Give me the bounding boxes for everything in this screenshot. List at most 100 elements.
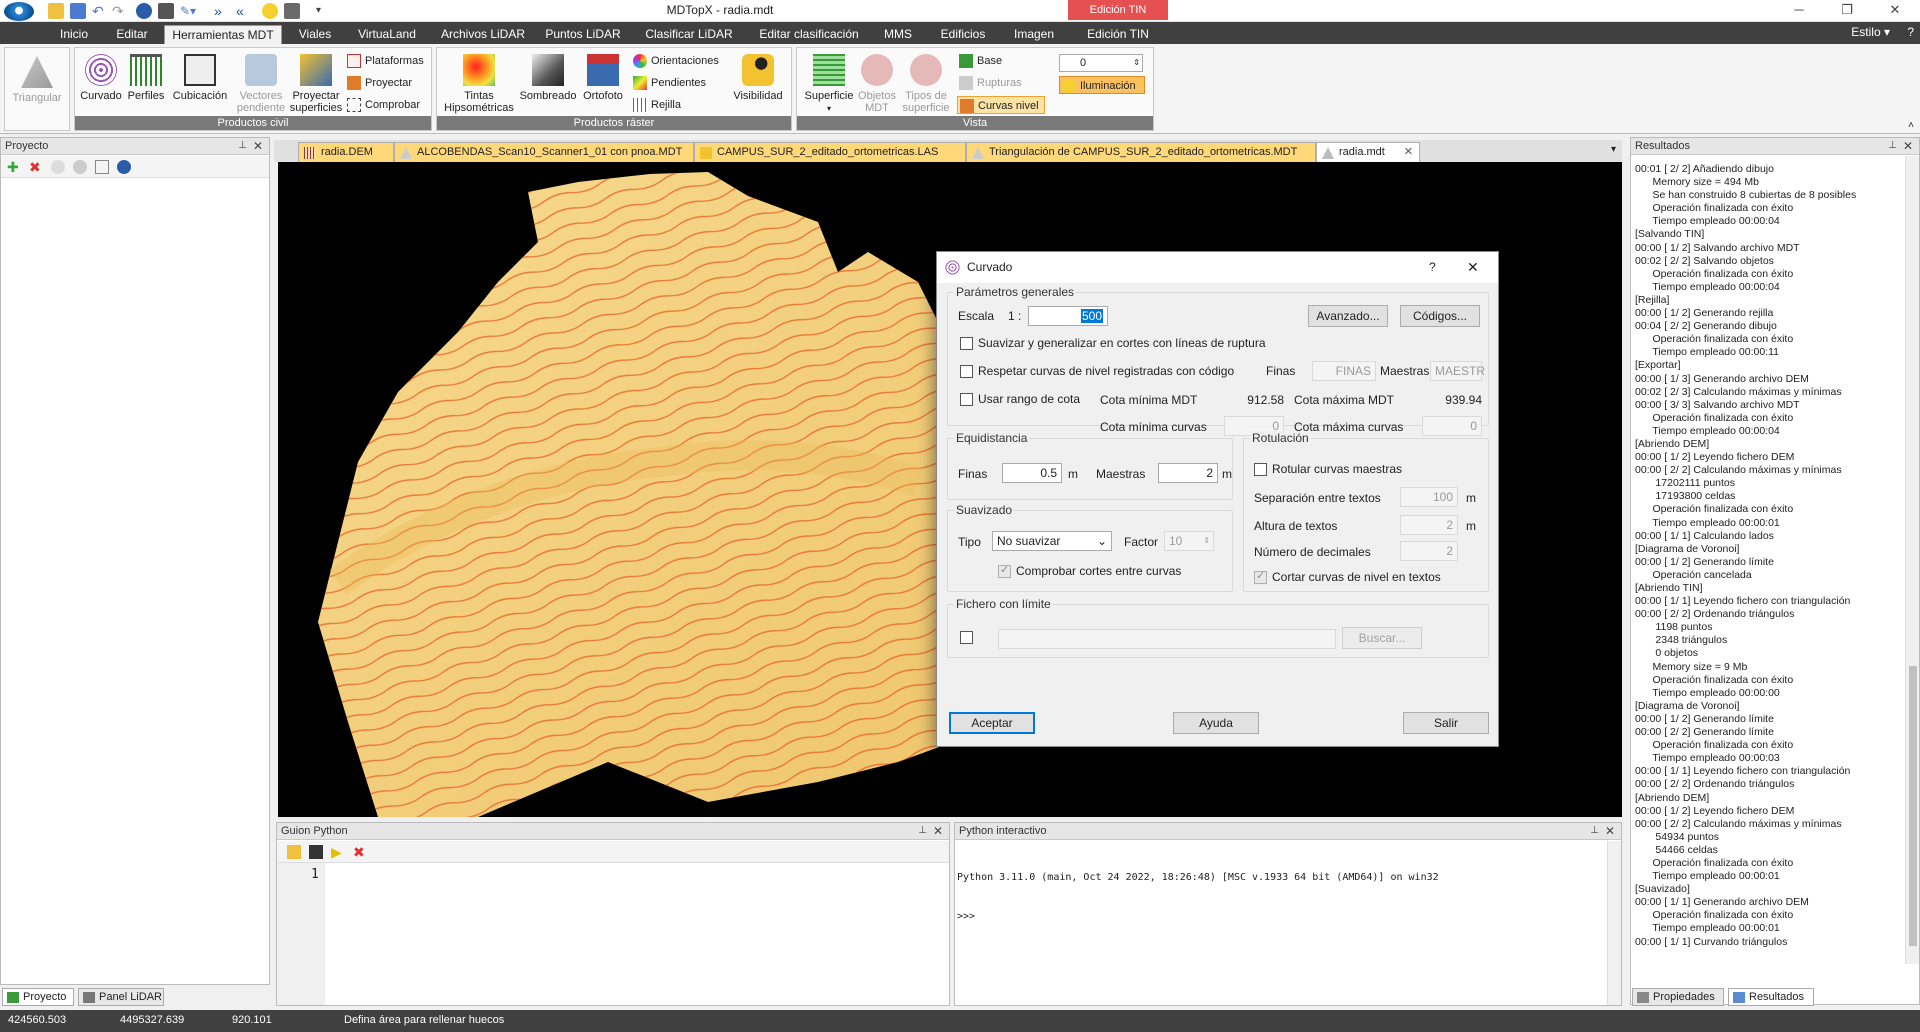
results-scroll-thumb[interactable] — [1909, 666, 1917, 946]
results-scrollbar[interactable] — [1905, 156, 1919, 964]
limite-checkbox[interactable] — [960, 631, 973, 644]
tintas-button[interactable]: Tintas Hipsométricas — [441, 54, 517, 114]
console-scrollbar[interactable] — [1607, 841, 1621, 1005]
triangular-button[interactable]: Triangular — [9, 56, 65, 104]
delete-icon[interactable]: ✖ — [29, 160, 43, 174]
stop-icon[interactable]: ✖ — [353, 845, 367, 859]
contour-spin[interactable]: 0 ⇕ — [1059, 54, 1143, 72]
proyectar-button[interactable]: Proyectar — [345, 74, 412, 92]
doc-tab-triangulacion[interactable]: Triangulación de CAMPUS_SUR_2_editado_or… — [966, 142, 1316, 162]
close-icon[interactable]: ✕ — [1880, 2, 1910, 20]
iluminacion-button[interactable]: Iluminación — [1059, 76, 1145, 94]
separacion-input[interactable]: 100 — [1400, 487, 1458, 507]
tab-editar[interactable]: Editar — [110, 25, 154, 44]
info-icon[interactable] — [117, 160, 131, 174]
usar-rango-checkbox[interactable] — [960, 393, 973, 406]
tab-edificios[interactable]: Edificios — [930, 25, 996, 44]
tab-editar-clasificacion[interactable]: Editar clasificación — [754, 25, 864, 44]
perfiles-button[interactable]: Perfiles — [125, 54, 167, 102]
pin-icon[interactable]: ⊥ — [918, 823, 927, 839]
ribbon-collapse-icon[interactable]: ˄ — [1908, 120, 1914, 131]
dialog-close-icon[interactable]: ✕ — [1467, 252, 1479, 283]
tab-clasificar-lidar[interactable]: Clasificar LiDAR — [636, 25, 742, 44]
avanzado-button[interactable]: Avanzado... — [1308, 305, 1388, 327]
bulb-icon[interactable] — [51, 160, 65, 174]
close-icon[interactable]: ✕ — [1903, 138, 1913, 154]
doc-tab-radia-dem[interactable]: radia.DEM — [298, 142, 394, 162]
tab-imagen[interactable]: Imagen — [1006, 25, 1062, 44]
escala-input[interactable]: 500 — [1028, 306, 1108, 326]
cota-max-curvas-input[interactable]: 0 — [1422, 416, 1482, 436]
equi-maestras-input[interactable]: 2 — [1158, 463, 1218, 483]
codigos-button[interactable]: Códigos... — [1400, 305, 1480, 327]
tipo-select[interactable]: No suavizar ⌄ — [992, 531, 1112, 551]
proyectar-superficies-button[interactable]: Proyectar superficies — [287, 54, 345, 114]
altura-input[interactable]: 2 — [1400, 515, 1458, 535]
tab-puntos-lidar[interactable]: Puntos LiDAR — [542, 25, 624, 44]
tab-edicion-tin[interactable]: Edición TIN — [1072, 25, 1164, 44]
respetar-checkbox[interactable] — [960, 365, 973, 378]
superficie-button[interactable]: Superficie ▾ — [801, 54, 857, 115]
decimales-input[interactable]: 2 — [1400, 541, 1458, 561]
equi-finas-input[interactable]: 0.5 — [1002, 463, 1062, 483]
ortofoto-button[interactable]: Ortofoto — [579, 54, 627, 102]
help-icon[interactable]: ? — [1907, 25, 1914, 39]
dialog-help-button[interactable]: ? — [1429, 252, 1436, 283]
doc-tab-campus-las[interactable]: CAMPUS_SUR_2_editado_ortometricas.LAS — [694, 142, 966, 162]
doc-tab-alcobendas[interactable]: ALCOBENDAS_Scan10_Scanner1_01 con pnoa.M… — [394, 142, 694, 162]
code-editor[interactable] — [325, 863, 949, 1005]
curvas-nivel-button[interactable]: Curvas nivel — [957, 96, 1045, 114]
add-icon[interactable]: ✚ — [7, 160, 21, 174]
tab-virtualand[interactable]: VirtuaLand — [350, 25, 424, 44]
tab-list-icon[interactable]: ▾ — [1611, 144, 1616, 155]
doc-tab-radia-mdt[interactable]: radia.mdt ✕ — [1316, 142, 1420, 162]
tab-viales[interactable]: Viales — [292, 25, 338, 44]
pin-icon[interactable]: ⊥ — [238, 138, 247, 154]
style-menu[interactable]: Estilo ▾ — [1851, 25, 1890, 39]
pin-icon[interactable]: ⊥ — [1590, 823, 1599, 839]
tab-propiedades[interactable]: Propiedades — [1632, 988, 1724, 1006]
tipos-superficie-button[interactable]: Tipos de superficie — [899, 54, 953, 114]
buscar-button[interactable]: Buscar... — [1342, 627, 1422, 649]
close-icon[interactable]: ✕ — [1605, 823, 1615, 839]
tab-panel-lidar[interactable]: Panel LiDAR — [78, 988, 164, 1006]
base-button[interactable]: Base — [957, 52, 1002, 70]
limite-path-input[interactable] — [998, 629, 1336, 649]
save-icon[interactable] — [309, 845, 323, 859]
visibilidad-button[interactable]: Visibilidad — [727, 54, 789, 102]
cortar-checkbox[interactable] — [1254, 569, 1267, 584]
comprobar-button[interactable]: Comprobar — [345, 96, 420, 114]
tab-inicio[interactable]: Inicio — [52, 25, 96, 44]
orientaciones-button[interactable]: Orientaciones — [631, 52, 719, 70]
rotular-checkbox[interactable] — [1254, 463, 1267, 476]
pendientes-button[interactable]: Pendientes — [631, 74, 706, 92]
maestras-code-input[interactable]: MAESTR — [1430, 361, 1485, 381]
comprobar-cortes-checkbox[interactable] — [998, 563, 1011, 578]
suavizar-checkbox[interactable] — [960, 337, 973, 350]
close-tab-icon[interactable]: ✕ — [1404, 143, 1413, 162]
pin-icon[interactable]: ⊥ — [1888, 138, 1897, 154]
window-icon[interactable] — [95, 160, 109, 174]
maximize-icon[interactable]: ❐ — [1832, 2, 1862, 20]
rejilla-button[interactable]: Rejilla — [631, 96, 681, 114]
vectores-pendiente-button[interactable]: Vectores pendiente — [231, 54, 291, 114]
tab-herramientas-mdt[interactable]: Herramientas MDT — [164, 25, 282, 44]
objetos-mdt-button[interactable]: Objetos MDT — [855, 54, 899, 114]
finas-code-input[interactable]: FINAS — [1312, 361, 1376, 381]
plataformas-button[interactable]: Plataformas — [345, 52, 424, 70]
cubicacion-button[interactable]: Cubicación — [169, 54, 231, 102]
close-icon[interactable]: ✕ — [933, 823, 943, 839]
ayuda-button[interactable]: Ayuda — [1173, 712, 1259, 734]
aceptar-button[interactable]: Aceptar — [949, 712, 1035, 734]
refresh-icon[interactable] — [73, 160, 87, 174]
close-icon[interactable]: ✕ — [253, 138, 263, 154]
open-folder-icon[interactable] — [287, 845, 301, 859]
sombreado-button[interactable]: Sombreado — [517, 54, 579, 102]
minimize-icon[interactable]: ─ — [1784, 2, 1814, 20]
python-console[interactable]: Python 3.11.0 (main, Oct 24 2022, 18:26:… — [957, 845, 1607, 1005]
factor-spin[interactable]: 10 ⇕ — [1164, 531, 1214, 551]
tab-mms[interactable]: MMS — [876, 25, 920, 44]
tab-archivos-lidar[interactable]: Archivos LiDAR — [436, 25, 530, 44]
tab-resultados-bottom[interactable]: Resultados — [1728, 988, 1814, 1006]
run-icon[interactable]: ▶ — [331, 845, 345, 859]
